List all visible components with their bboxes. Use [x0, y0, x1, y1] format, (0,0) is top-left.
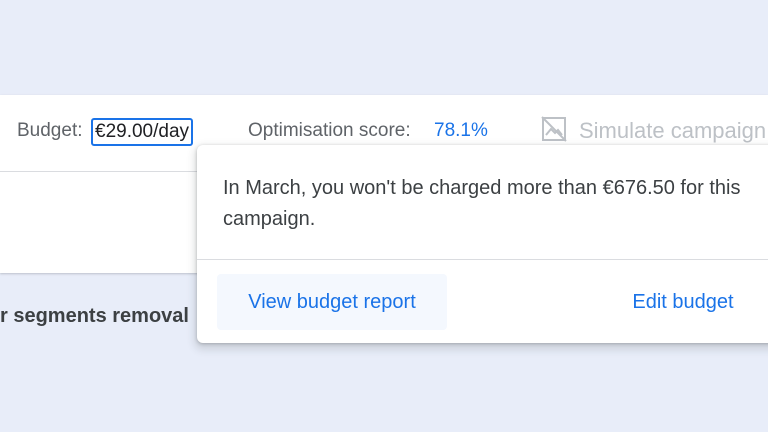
budget-popover-message: In March, you won't be charged more than…	[223, 177, 741, 230]
screen: Budget: €29.00/day Optimisation score: 7…	[0, 0, 768, 432]
simulate-campaign-label: Simulate campaign	[579, 118, 767, 143]
optimisation-score-value[interactable]: 78.1%	[434, 120, 488, 142]
image-off-icon	[541, 116, 567, 142]
budget-popover: In March, you won't be charged more than…	[197, 145, 768, 343]
view-budget-report-button[interactable]: View budget report	[217, 274, 447, 330]
segments-removal-heading: r segments removal	[0, 305, 189, 327]
budget-value-link[interactable]: €29.00/day	[91, 118, 194, 146]
optimisation-score-label: Optimisation score:	[248, 120, 411, 141]
budget-label: Budget:	[17, 120, 83, 141]
edit-budget-button[interactable]: Edit budget	[603, 274, 763, 330]
simulate-campaign-button[interactable]: Simulate campaign	[540, 115, 768, 147]
popover-divider	[197, 259, 768, 260]
